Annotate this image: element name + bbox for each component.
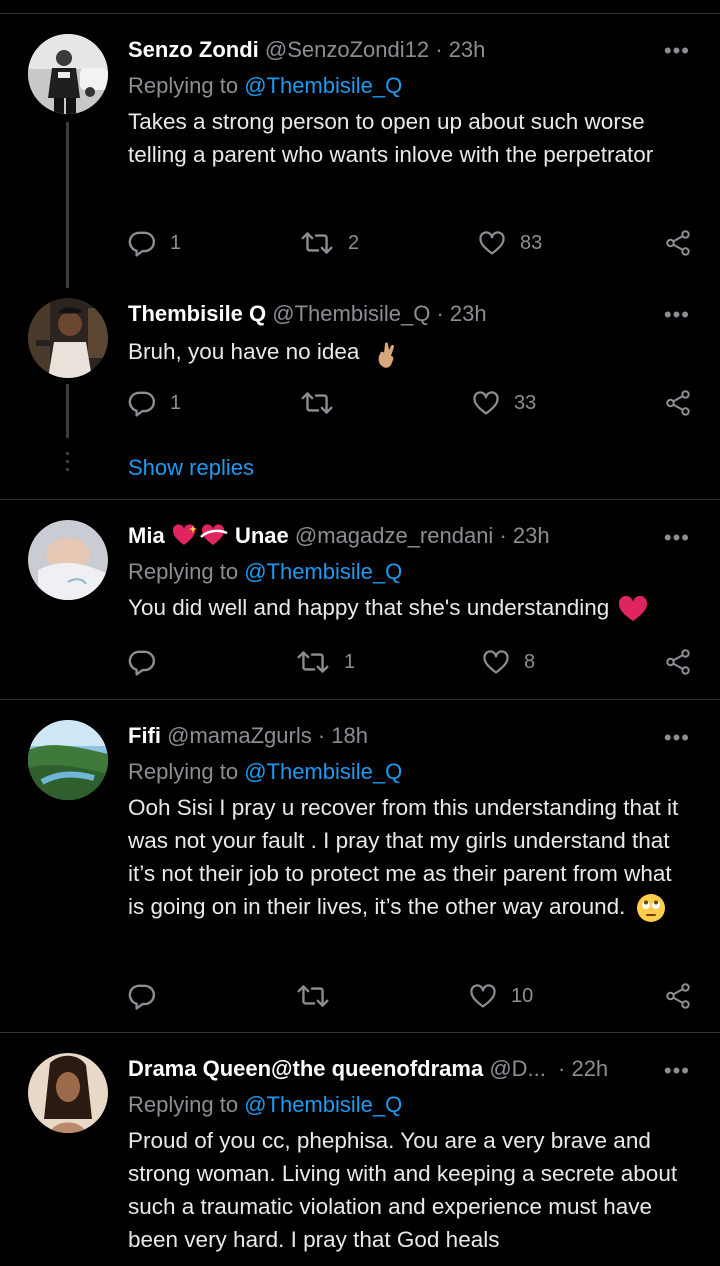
share-icon	[664, 648, 692, 676]
reply-icon	[128, 648, 156, 676]
avatar[interactable]	[28, 520, 108, 600]
share-button[interactable]	[664, 389, 692, 417]
reply-count: 1	[170, 231, 182, 254]
avatar[interactable]	[28, 34, 108, 114]
mention-link[interactable]: @Thembisile_Q	[244, 559, 402, 584]
timestamp[interactable]: · 22h	[558, 1056, 608, 1081]
like-button[interactable]: 33	[472, 389, 536, 417]
author-handle[interactable]: @mamaZgurls	[167, 723, 312, 748]
mention-link[interactable]: @Thembisile_Q	[244, 73, 402, 98]
reply-count: 1	[170, 391, 182, 414]
retweet-icon	[296, 648, 330, 676]
more-icon[interactable]: •••	[664, 40, 690, 62]
sparkling-heart-icon	[172, 524, 197, 545]
mention-link[interactable]: @Thembisile_Q	[244, 759, 402, 784]
more-icon[interactable]: •••	[664, 304, 690, 326]
retweet-count: 2	[348, 231, 360, 254]
avatar[interactable]	[28, 1053, 108, 1133]
author-name[interactable]: Drama Queen@the queenofdrama	[128, 1056, 483, 1081]
author-name[interactable]: Fifi	[128, 723, 161, 748]
share-button[interactable]	[664, 648, 692, 676]
author-handle[interactable]: @Thembisile_Q	[272, 301, 430, 326]
tweet-text: Takes a strong person to open up about s…	[128, 109, 654, 167]
tweet-text: Proud of you cc, phephisa. You are a ver…	[128, 1128, 678, 1252]
like-count: 10	[511, 984, 534, 1007]
retweet-button[interactable]	[296, 982, 330, 1010]
retweet-button[interactable]: 1	[296, 648, 355, 676]
reply-icon	[128, 389, 156, 417]
reply-button[interactable]	[128, 648, 156, 676]
share-icon	[664, 982, 692, 1010]
replying-to: Replying to @Thembisile_Q	[128, 73, 403, 98]
retweet-button[interactable]	[300, 389, 334, 417]
crossed-fingers-icon	[378, 342, 394, 368]
avatar[interactable]	[28, 720, 108, 800]
reply-icon	[128, 982, 156, 1010]
more-icon[interactable]: •••	[664, 527, 690, 549]
divider	[0, 499, 720, 500]
like-icon	[482, 648, 510, 676]
author-handle[interactable]: @magadze_rendani	[295, 523, 493, 548]
tweet-text: Bruh, you have no idea	[128, 335, 694, 368]
retweet-count: 1	[344, 650, 356, 673]
timestamp[interactable]: · 23h	[435, 37, 485, 62]
heart-with-ribbon-icon	[199, 524, 228, 545]
timestamp[interactable]: · 23h	[436, 301, 486, 326]
divider	[0, 699, 720, 700]
reply-button[interactable]: 1	[128, 229, 181, 257]
author-handle[interactable]: @SenzoZondi12	[265, 37, 429, 62]
divider	[0, 1032, 720, 1033]
thread-line	[66, 384, 69, 438]
show-replies-link[interactable]: Show replies	[128, 455, 254, 481]
like-icon	[478, 229, 506, 257]
share-icon	[664, 229, 692, 257]
retweet-icon	[296, 982, 330, 1010]
like-icon	[472, 389, 500, 417]
replying-to: Replying to @Thembisile_Q	[128, 1092, 403, 1117]
reply-button[interactable]	[128, 982, 156, 1010]
tweet-text: Ooh Sisi I pray u recover from this unde…	[128, 791, 694, 923]
red-heart-icon	[618, 596, 647, 622]
retweet-icon	[300, 389, 334, 417]
author-name[interactable]: Thembisile Q	[128, 301, 266, 326]
share-icon	[664, 389, 692, 417]
avatar[interactable]	[28, 298, 108, 378]
like-count: 83	[520, 231, 543, 254]
retweet-icon	[300, 229, 334, 257]
mention-link[interactable]: @Thembisile_Q	[244, 1092, 402, 1117]
like-count: 8	[524, 650, 536, 673]
top-divider	[0, 13, 720, 14]
retweet-button[interactable]: 2	[300, 229, 359, 257]
rolling-eyes-icon	[636, 894, 665, 923]
author-name[interactable]: Senzo Zondi	[128, 37, 259, 62]
reply-icon	[128, 229, 156, 257]
author-name-part1[interactable]: Mia	[128, 523, 165, 548]
more-icon[interactable]: •••	[664, 1060, 690, 1082]
like-count: 33	[514, 391, 537, 414]
share-button[interactable]	[664, 229, 692, 257]
timestamp[interactable]: · 18h	[318, 723, 368, 748]
timestamp[interactable]: · 23h	[499, 523, 549, 548]
tweet-text: You did well and happy that she's unders…	[128, 591, 694, 624]
replying-to: Replying to @Thembisile_Q	[128, 559, 403, 584]
author-handle[interactable]: @D...	[489, 1056, 546, 1081]
replying-to: Replying to @Thembisile_Q	[128, 759, 403, 784]
like-button[interactable]: 10	[469, 982, 533, 1010]
like-button[interactable]: 83	[478, 229, 542, 257]
like-button[interactable]: 8	[482, 648, 535, 676]
author-name-part2[interactable]: Unae	[235, 523, 289, 548]
thread-line	[66, 122, 69, 288]
share-button[interactable]	[664, 982, 692, 1010]
thread-dots	[66, 452, 69, 476]
reply-thread: Senzo Zondi @SenzoZondi12 · 23h Replying…	[0, 0, 720, 1266]
more-icon[interactable]: •••	[664, 727, 690, 749]
reply-button[interactable]: 1	[128, 389, 181, 417]
like-icon	[469, 982, 497, 1010]
